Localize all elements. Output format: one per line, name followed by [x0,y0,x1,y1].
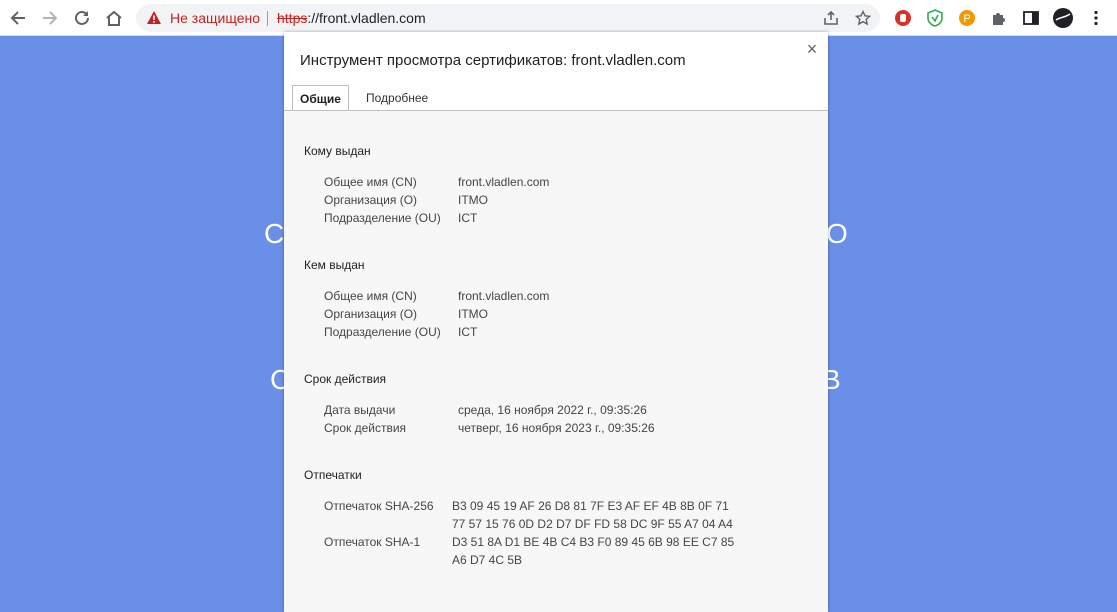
menu-button[interactable] [1086,8,1106,28]
page-text-fragment: С [264,218,285,249]
svg-text:P: P [963,13,970,25]
field-value: четверг, 16 ноября 2023 г., 09:35:26 [458,421,655,435]
warning-icon [147,11,161,24]
section-title-issued-to: Кому выдан [304,144,371,158]
avatar-icon [1053,8,1073,28]
field-label: Дата выдачи [324,403,396,417]
side-panel-button[interactable] [1021,8,1041,28]
field-value: ICT [458,325,478,339]
home-button[interactable] [102,6,126,30]
share-icon [824,10,838,25]
reload-button[interactable] [70,6,94,30]
shield-check-icon [927,9,943,27]
field-label: Общее имя (CN) [324,289,417,303]
tab-details[interactable]: Подробнее [359,85,435,111]
field-label: Общее имя (CN) [324,175,417,189]
home-icon [106,10,122,26]
extension-ublock[interactable] [893,8,913,28]
back-button[interactable] [6,6,30,30]
section-title-fingerprints: Отпечатки [304,468,362,482]
kebab-menu-icon [1094,10,1098,26]
section-title-issued-by: Кем выдан [304,258,365,272]
field-label: Организация (O) [324,193,418,207]
field-value: ITMO [458,307,488,321]
arrow-right-icon [43,11,58,25]
shield-stop-icon [895,10,911,26]
field-label: Отпечаток SHA-1 [324,535,421,549]
close-button[interactable]: × [803,40,821,58]
tab-general[interactable]: Общие [292,85,349,111]
field-value: front.vladlen.com [458,289,550,303]
field-value: среда, 16 ноября 2022 г., 09:35:26 [458,403,647,417]
omnibox-divider [267,11,268,26]
puzzle-icon [993,13,1005,25]
certificate-viewer-dialog: Инструмент просмотра сертификатов: front… [284,32,828,612]
extension-vpn[interactable] [925,8,945,28]
field-value: front.vladlen.com [458,175,550,189]
forward-button[interactable] [38,6,62,30]
url-host: ://front.vladlen.com [307,10,426,26]
field-label: Подразделение (OU) [324,211,441,225]
field-value: ICT [458,211,478,225]
address-bar[interactable]: Не защищено https://front.vladlen.com [136,4,880,32]
field-label: Отпечаток SHA-256 [324,499,434,513]
not-secure-label[interactable]: Не защищено [170,10,260,26]
sha256-line: 77 57 15 76 0D D2 D7 DF FD 58 DC 9F 55 A… [452,517,733,531]
field-value: ITMO [458,193,488,207]
extensions-button[interactable] [989,8,1009,28]
arrow-left-icon [10,11,25,25]
url-text[interactable]: https://front.vladlen.com [277,10,426,26]
general-tab-panel: Кому выдан Общее имя (CN) front.vladlen.… [284,111,828,612]
sha256-line: B3 09 45 19 AF 26 D8 81 7F E3 AF EF 4B 8… [452,499,729,513]
page-text-fragment: О [826,218,848,249]
sha1-line: D3 51 8A D1 BE 4B C4 B3 F0 89 45 6B 98 E… [452,535,735,549]
reload-icon [75,10,89,25]
profile-avatar[interactable] [1053,8,1073,28]
share-button[interactable] [822,9,840,27]
url-scheme: https [277,10,308,26]
p-coin-icon: P [959,10,975,26]
browser-toolbar: Не защищено https://front.vladlen.com P [0,0,1117,36]
section-title-validity: Срок действия [304,372,387,386]
field-label: Подразделение (OU) [324,325,441,339]
star-icon [855,10,871,26]
field-label: Организация (O) [324,307,418,321]
field-label: Срок действия [324,421,407,435]
sha1-line: A6 D7 4C 5B [452,553,523,567]
bookmark-button[interactable] [854,9,872,27]
dialog-title: Инструмент просмотра сертификатов: front… [300,52,686,69]
side-panel-icon [1023,11,1039,25]
extension-p[interactable]: P [957,8,977,28]
